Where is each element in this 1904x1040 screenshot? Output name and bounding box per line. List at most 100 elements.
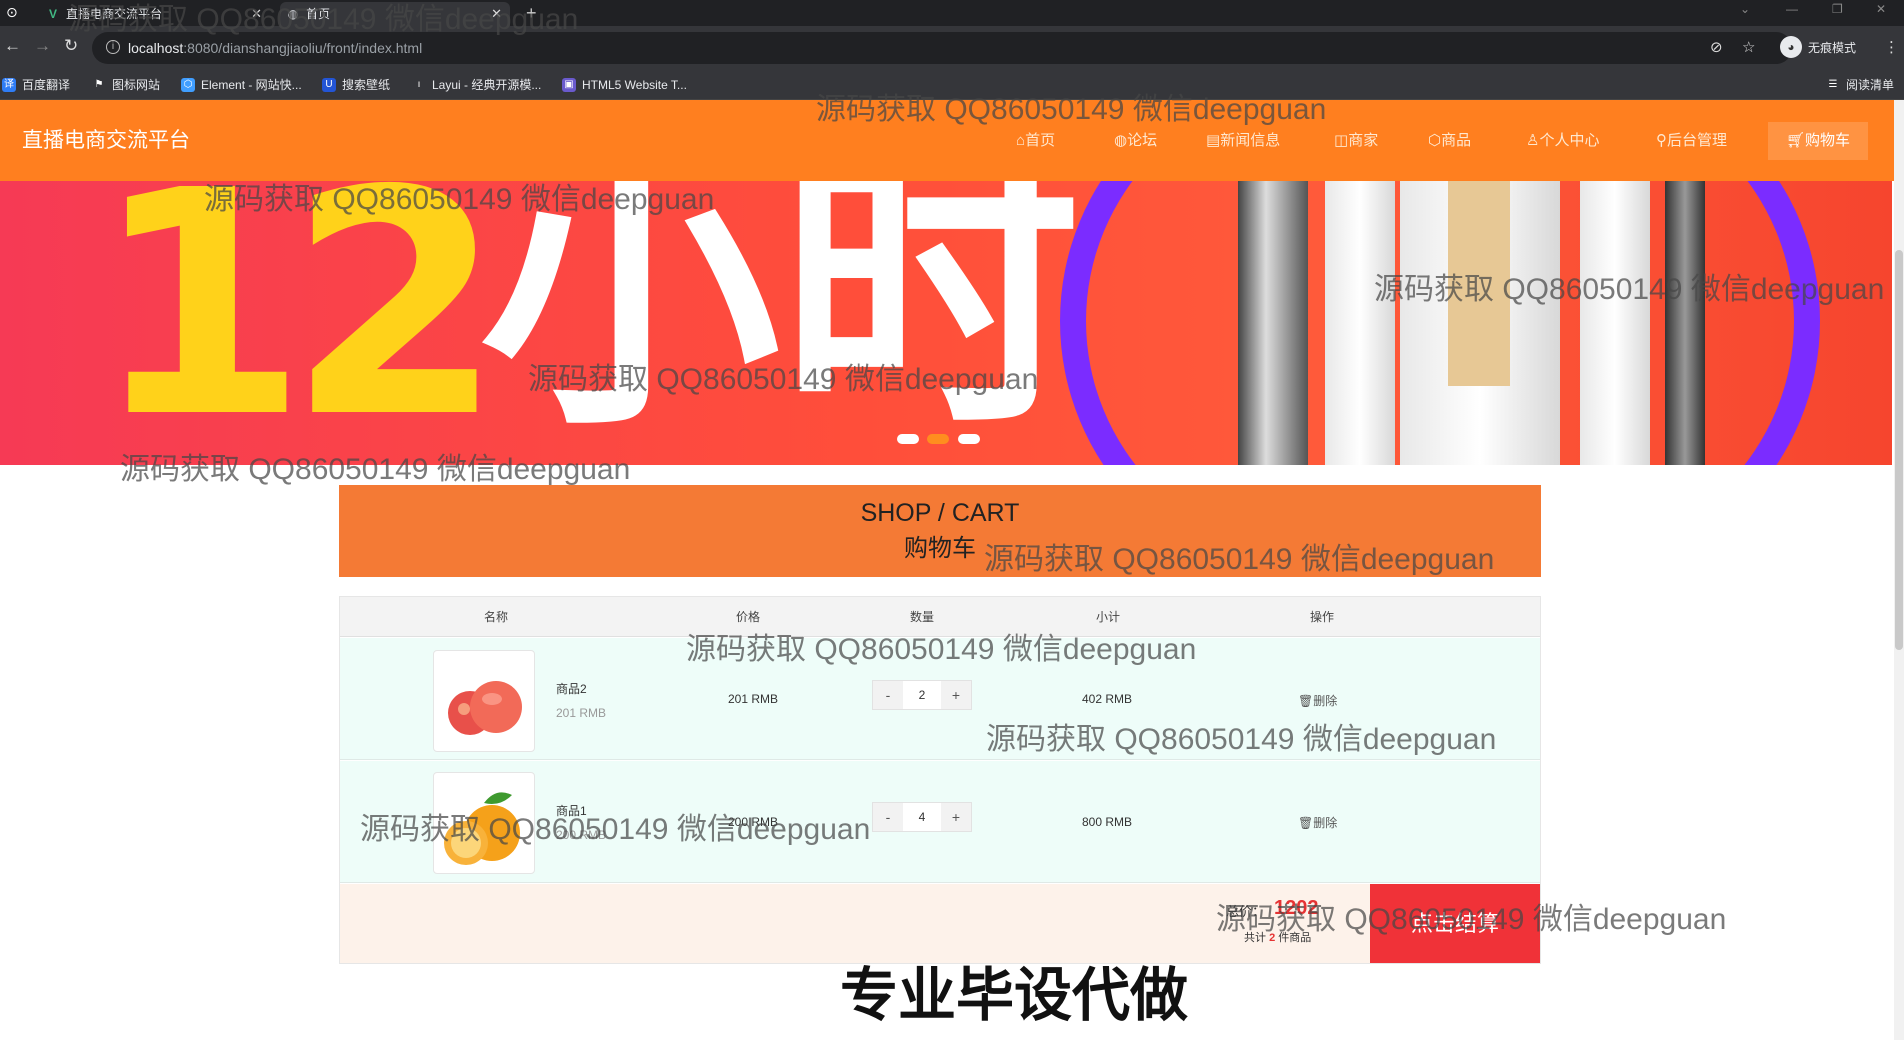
qty-input[interactable]: 4 — [905, 803, 939, 831]
restore-icon[interactable]: ❐ — [1832, 2, 1843, 16]
qty-minus-button[interactable]: - — [873, 681, 903, 709]
hexagon-icon: ⬡ — [181, 78, 195, 92]
browser-menu-icon[interactable]: ⊙ — [6, 4, 18, 21]
goods-icon: ⬡ — [1428, 132, 1442, 149]
carousel-dot[interactable] — [958, 434, 980, 444]
carousel-dot[interactable] — [897, 434, 919, 444]
watermark: 源码获取 QQ86050149 微信deepguan — [204, 183, 715, 216]
delete-button[interactable]: 🗑︎删除 — [1298, 692, 1337, 710]
nav-cart[interactable]: 🛒︎购物车 — [1768, 122, 1868, 160]
nav-forum[interactable]: ◍论坛 — [1114, 130, 1157, 152]
vue-icon: V — [48, 7, 57, 21]
banner-product — [1325, 181, 1395, 465]
qty-plus-button[interactable]: + — [941, 803, 971, 831]
qty-minus-button[interactable]: - — [873, 803, 903, 831]
home-icon: ⌂ — [1016, 132, 1026, 149]
bookmark-label: 百度翻译 — [22, 78, 71, 92]
scrollbar-thumb[interactable] — [1895, 250, 1903, 650]
nav-home[interactable]: ⌂首页 — [1016, 130, 1055, 152]
banner-product — [1238, 181, 1308, 465]
eye-off-icon[interactable]: ⊘ — [1710, 38, 1723, 56]
column-header-subtotal: 小计 — [1096, 610, 1121, 624]
column-header-qty: 数量 — [910, 610, 935, 624]
carousel-dot-active[interactable] — [927, 434, 949, 444]
info-icon[interactable]: i — [106, 40, 120, 54]
minimize-icon[interactable]: — — [1786, 2, 1798, 16]
nav-goods[interactable]: ⬡商品 — [1428, 130, 1471, 152]
nav-label: 商家 — [1348, 132, 1379, 149]
reading-list-icon: ☰ — [1828, 79, 1838, 90]
bookmark-wallpaper[interactable]: U 搜索壁纸 — [322, 74, 390, 96]
nav-label: 论坛 — [1127, 132, 1158, 149]
nav-label: 个人中心 — [1539, 132, 1600, 149]
profile-label[interactable]: 无痕模式 — [1808, 38, 1856, 58]
product-subtotal: 800 RMB — [1082, 815, 1133, 829]
bookmark-html5[interactable]: ▣ HTML5 Website T... — [562, 74, 687, 96]
column-header-name: 名称 — [484, 610, 509, 624]
link-icon: ⚲ — [1656, 132, 1667, 149]
qty-input[interactable]: 2 — [905, 681, 939, 709]
watermark: 源码获取 QQ86050149 微信deepguan — [1216, 903, 1727, 936]
html5-icon: ▣ — [562, 78, 576, 92]
bookmark-layui[interactable]: ı Layui - 经典开源模... — [412, 74, 542, 96]
bookmark-label: 图标网站 — [112, 78, 161, 92]
watermark: 源码获取 QQ86050149 微信deepguan — [360, 813, 871, 846]
banner-word: 小时 — [480, 181, 1080, 465]
column-header-action: 操作 — [1310, 610, 1335, 624]
quantity-stepper: - 2 + — [872, 680, 972, 710]
url-text[interactable]: localhost:8080/dianshangjiaoliu/front/in… — [128, 38, 422, 58]
reading-list[interactable]: ☰ 阅读清单 — [1826, 74, 1895, 96]
column-header-price: 价格 — [736, 610, 761, 624]
delete-label: 删除 — [1313, 694, 1338, 708]
bookmark-element[interactable]: ⬡ Element - 网站快... — [181, 74, 302, 96]
bookmark-label: HTML5 Website T... — [582, 78, 687, 92]
translate-icon: 译 — [2, 78, 16, 92]
nav-label: 后台管理 — [1667, 132, 1728, 149]
news-icon: ▤ — [1206, 132, 1221, 149]
product-image-apple[interactable] — [433, 650, 535, 752]
nav-user-center[interactable]: ♙个人中心 — [1526, 130, 1599, 152]
slogan-overlay: 专业毕设代做 — [840, 961, 1189, 1029]
incognito-icon: ◕ — [1780, 36, 1802, 58]
qty-plus-button[interactable]: + — [941, 681, 971, 709]
watermark: 源码获取 QQ86050149 微信deepguan — [120, 453, 631, 486]
tab-search-icon[interactable]: ⌄ — [1740, 2, 1750, 16]
nav-label: 首页 — [1025, 132, 1056, 149]
url-host: localhost — [128, 40, 184, 56]
globe-icon: ◍ — [1114, 132, 1128, 149]
reload-icon[interactable]: ↻ — [64, 36, 78, 56]
nav-merchant[interactable]: ◫商家 — [1334, 130, 1378, 152]
nav-label: 购物车 — [1805, 132, 1851, 149]
watermark: 源码获取 QQ86050149 微信deepguan — [986, 723, 1497, 756]
product-subtotal: 402 RMB — [1082, 692, 1133, 706]
watermark: 源码获取 QQ86050149 微信deepguan — [686, 633, 1197, 666]
banner-carousel[interactable]: 12 小时 — [0, 181, 1892, 465]
trash-icon: 🗑︎ — [1298, 694, 1314, 708]
bookmark-baidu-translate[interactable]: 译百度翻译 — [2, 74, 70, 96]
wallpaper-icon: U — [322, 78, 336, 92]
star-icon[interactable]: ☆ — [1742, 38, 1755, 56]
product-sub-price: 201 RMB — [556, 706, 607, 720]
site-title[interactable]: 直播电商交流平台 — [22, 126, 190, 156]
nav-admin[interactable]: ⚲后台管理 — [1656, 130, 1727, 152]
banner-product — [1580, 181, 1650, 465]
layui-icon: ı — [417, 79, 421, 90]
window-close-icon[interactable]: ✕ — [1876, 2, 1886, 16]
more-menu-icon[interactable]: ⋮ — [1884, 38, 1899, 56]
watermark: 源码获取 QQ86050149 微信deepguan — [984, 543, 1495, 576]
delete-button[interactable]: 🗑︎删除 — [1298, 814, 1337, 832]
delete-label: 删除 — [1313, 816, 1338, 830]
nav-label: 新闻信息 — [1220, 132, 1281, 149]
watermark: 源码获取 QQ86050149 微信deepguan — [528, 363, 1039, 396]
back-icon[interactable]: ← — [4, 36, 21, 56]
nav-news[interactable]: ▤新闻信息 — [1206, 130, 1280, 152]
product-price: 201 RMB — [728, 692, 779, 706]
bookmark-icon-site[interactable]: ⚑ 图标网站 — [92, 74, 161, 96]
banner-number: 12 — [92, 181, 503, 465]
forward-icon[interactable]: → — [34, 36, 51, 56]
watermark: 源码获取 QQ86050149 微信deepguan — [1374, 273, 1885, 306]
watermark: 源码获取 QQ86050149 微信deepguan — [68, 3, 579, 36]
banner-product — [1665, 181, 1705, 465]
nav-label: 商品 — [1441, 132, 1472, 149]
product-name[interactable]: 商品2 — [556, 680, 587, 698]
